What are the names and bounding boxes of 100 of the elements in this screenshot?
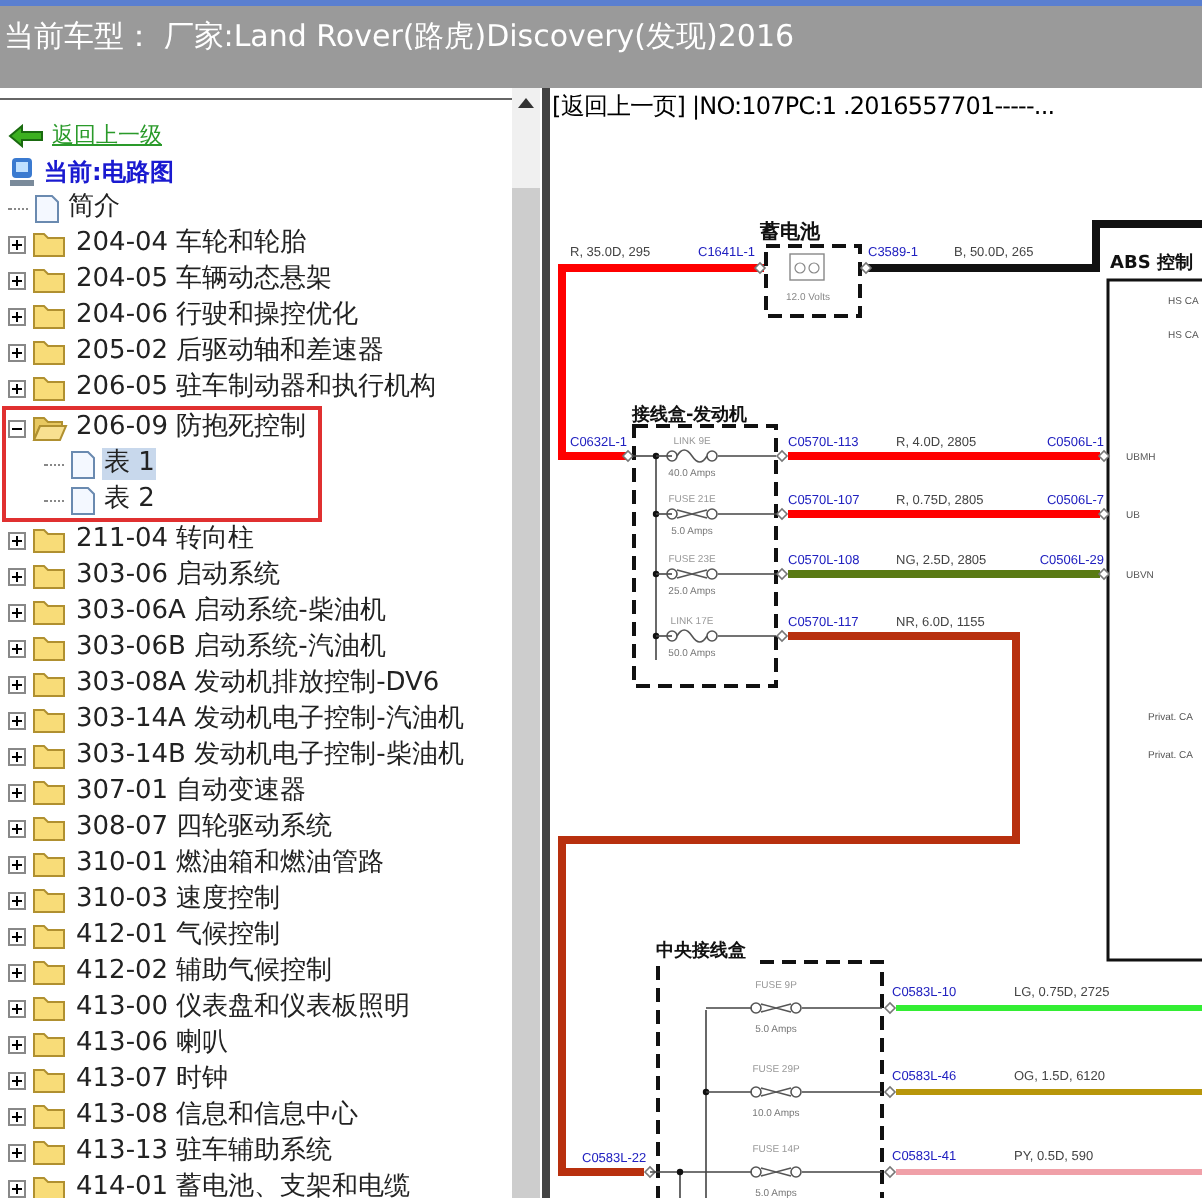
folder-icon bbox=[32, 922, 68, 950]
fuse-icon bbox=[750, 1166, 802, 1178]
vehicle-title: 当前车型： 厂家:Land Rover(路虎)Discovery(发现)2016 bbox=[4, 18, 795, 54]
bus-line bbox=[717, 513, 777, 515]
expand-icon[interactable] bbox=[8, 531, 26, 549]
battery-title: 蓄电池 bbox=[760, 222, 820, 244]
expand-icon[interactable] bbox=[8, 963, 26, 981]
expand-icon[interactable] bbox=[8, 783, 26, 801]
expand-icon[interactable] bbox=[8, 639, 26, 657]
folder-icon bbox=[32, 886, 68, 914]
fuse-icon bbox=[750, 1002, 802, 1014]
folder-icon bbox=[32, 598, 68, 626]
tree-item-label[interactable]: 413-08 信息和信息中心 bbox=[74, 1100, 361, 1132]
expand-icon[interactable] bbox=[8, 343, 26, 361]
expand-icon[interactable] bbox=[8, 307, 26, 325]
expand-icon[interactable] bbox=[8, 1179, 26, 1197]
tree-item-label[interactable]: 表 2 bbox=[102, 484, 157, 516]
expand-icon[interactable] bbox=[8, 999, 26, 1017]
battery-box bbox=[764, 244, 862, 318]
expand-icon[interactable] bbox=[8, 891, 26, 909]
back-link[interactable]: 返回上一级 bbox=[52, 119, 162, 153]
expand-icon[interactable] bbox=[8, 379, 26, 397]
expand-icon[interactable] bbox=[8, 711, 26, 729]
tree-item-label[interactable]: 204-05 车辆动态悬架 bbox=[74, 264, 335, 296]
junction-dot bbox=[652, 632, 660, 640]
tree-item-label[interactable]: 303-08A 发动机排放控制-DV6 bbox=[74, 668, 442, 700]
tree-item-label[interactable]: 310-01 燃油箱和燃油管路 bbox=[74, 848, 387, 880]
expand-icon[interactable] bbox=[8, 927, 26, 945]
junction-dot bbox=[652, 510, 660, 518]
expand-icon[interactable] bbox=[8, 855, 26, 873]
expand-icon[interactable] bbox=[8, 675, 26, 693]
connector-pin-icon bbox=[883, 1165, 897, 1179]
tree-item-label[interactable]: 413-00 仪表盘和仪表板照明 bbox=[74, 992, 413, 1024]
connector-pin-icon bbox=[775, 507, 789, 521]
expand-icon[interactable] bbox=[8, 1071, 26, 1089]
folder-icon bbox=[32, 742, 68, 770]
folder-icon bbox=[32, 1030, 68, 1058]
tree-item-label[interactable]: 303-06 启动系统 bbox=[74, 560, 283, 592]
bus-line bbox=[717, 455, 777, 457]
tree-item-label[interactable]: 303-14A 发动机电子控制-汽油机 bbox=[74, 704, 466, 736]
tree-item-label[interactable]: 206-09 防抱死控制 bbox=[74, 412, 309, 444]
open-folder-icon bbox=[32, 414, 68, 442]
fuse-icon bbox=[666, 508, 718, 520]
folder-icon bbox=[32, 778, 68, 806]
folder-icon bbox=[32, 230, 68, 258]
tree-item-label[interactable]: 308-07 四轮驱动系统 bbox=[74, 812, 335, 844]
tree-item-label[interactable]: 204-04 车轮和轮胎 bbox=[74, 228, 309, 260]
back-arrow-icon[interactable] bbox=[8, 124, 44, 148]
expand-icon[interactable] bbox=[8, 603, 26, 621]
expand-icon[interactable] bbox=[8, 271, 26, 289]
tree-item-label[interactable]: 204-06 行驶和操控优化 bbox=[74, 300, 361, 332]
folder-icon bbox=[32, 266, 68, 294]
expand-icon[interactable] bbox=[8, 1107, 26, 1125]
tree-item-label[interactable]: 表 1 bbox=[102, 448, 157, 480]
tree-item-label[interactable]: 412-01 气候控制 bbox=[74, 920, 283, 952]
connector-pin-icon bbox=[859, 261, 873, 275]
folder-icon bbox=[32, 1174, 68, 1198]
tree-item-label[interactable]: 310-03 速度控制 bbox=[74, 884, 283, 916]
expand-icon[interactable] bbox=[8, 1035, 26, 1053]
current-location: 当前:电路图 bbox=[44, 156, 174, 190]
tree-item-label[interactable]: 412-02 辅助气候控制 bbox=[74, 956, 335, 988]
expand-icon[interactable] bbox=[8, 235, 26, 253]
tree-item-label[interactable]: 303-06A 启动系统-柴油机 bbox=[74, 596, 388, 628]
expand-icon[interactable] bbox=[8, 1143, 26, 1161]
tree-item-label[interactable]: 414-01 蓄电池、支架和电缆 bbox=[74, 1172, 413, 1198]
tree-item-label[interactable]: 211-04 转向柱 bbox=[74, 524, 257, 556]
connector-pin-icon bbox=[1097, 449, 1111, 463]
computer-icon bbox=[8, 156, 36, 188]
bus-line bbox=[717, 635, 777, 637]
expand-icon[interactable] bbox=[8, 567, 26, 585]
tree-item-label[interactable]: 简介 bbox=[66, 192, 122, 224]
connector-pin-icon bbox=[775, 567, 789, 581]
folder-icon bbox=[32, 814, 68, 842]
expand-icon[interactable] bbox=[8, 819, 26, 837]
fuse-icon bbox=[666, 568, 718, 580]
connector-pin-icon bbox=[643, 1165, 657, 1179]
folder-icon bbox=[32, 706, 68, 734]
junction-dot bbox=[702, 1088, 710, 1096]
scroll-up-icon[interactable] bbox=[518, 98, 535, 108]
connector-pin-icon bbox=[753, 261, 767, 275]
connector-pin-icon bbox=[883, 1085, 897, 1099]
tree-item-label[interactable]: 206-05 驻车制动器和执行机构 bbox=[74, 372, 439, 404]
fusible-link-icon bbox=[666, 629, 718, 643]
tree-item-label[interactable]: 413-07 时钟 bbox=[74, 1064, 231, 1096]
connector-pin-icon bbox=[775, 629, 789, 643]
connector-pin-icon bbox=[775, 449, 789, 463]
folder-icon bbox=[32, 994, 68, 1022]
collapse-icon[interactable] bbox=[8, 419, 26, 437]
expand-icon[interactable] bbox=[8, 747, 26, 765]
folder-icon bbox=[32, 562, 68, 590]
folder-icon bbox=[32, 338, 68, 366]
tree-item-label[interactable]: 413-06 喇叭 bbox=[74, 1028, 231, 1060]
tree-item-label[interactable]: 205-02 后驱动轴和差速器 bbox=[74, 336, 387, 368]
connector-pin-icon bbox=[1097, 507, 1111, 521]
junction-dot bbox=[652, 452, 660, 460]
tree-item-label[interactable]: 413-13 驻车辅助系统 bbox=[74, 1136, 335, 1168]
tree-item-label[interactable]: 303-14B 发动机电子控制-柴油机 bbox=[74, 740, 466, 772]
folder-icon bbox=[32, 526, 68, 554]
tree-item-label[interactable]: 307-01 自动变速器 bbox=[74, 776, 309, 808]
tree-item-label[interactable]: 303-06B 启动系统-汽油机 bbox=[74, 632, 388, 664]
